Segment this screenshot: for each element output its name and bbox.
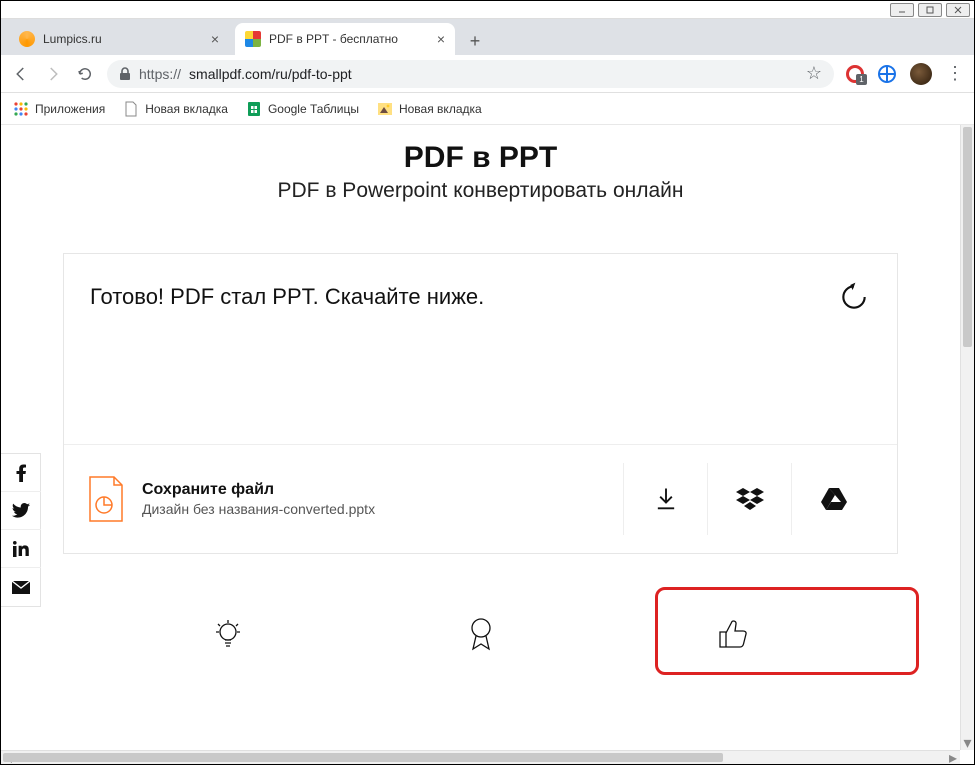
- vertical-scrollbar[interactable]: ▴ ▾: [960, 125, 974, 750]
- url-path: smallpdf.com/ru/pdf-to-ppt: [189, 66, 352, 82]
- favicon-lumpics: [19, 31, 35, 47]
- window-minimize-button[interactable]: [890, 3, 914, 17]
- scroll-right-arrow[interactable]: ▸: [946, 751, 960, 764]
- tab-strip: Lumpics.ru × PDF в PPT - бесплатно × +: [1, 19, 974, 55]
- new-tab-button[interactable]: +: [461, 27, 489, 55]
- extension-badge: 1: [856, 74, 867, 85]
- lock-icon: [119, 67, 131, 81]
- browser-menu-button[interactable]: ⋮: [946, 63, 964, 84]
- bookmarks-bar: Приложения Новая вкладка Google Таблицы …: [1, 93, 974, 125]
- tab-title: Lumpics.ru: [43, 32, 102, 46]
- status-text: Готово! PDF стал PPT. Скачайте ниже.: [90, 284, 484, 310]
- tab-smallpdf[interactable]: PDF в PPT - бесплатно ×: [235, 23, 455, 55]
- dropbox-button[interactable]: [707, 463, 791, 535]
- bookmark-label: Google Таблицы: [268, 102, 359, 116]
- page-content: PDF в PPT PDF в Powerpoint конвертироват…: [1, 125, 960, 750]
- back-button[interactable]: [11, 64, 31, 84]
- page-viewport: PDF в PPT PDF в Powerpoint конвертироват…: [1, 125, 974, 764]
- window-close-button[interactable]: [946, 3, 970, 17]
- close-icon[interactable]: ×: [437, 31, 445, 47]
- favicon-smallpdf: [245, 31, 261, 47]
- url-protocol: https://: [139, 66, 181, 82]
- google-drive-button[interactable]: [791, 463, 875, 535]
- bookmark-label: Приложения: [35, 102, 105, 116]
- bookmark-star-icon[interactable]: ☆: [806, 63, 822, 84]
- lightbulb-icon: [208, 614, 248, 654]
- file-icon: [123, 101, 139, 117]
- translate-icon[interactable]: [878, 65, 896, 83]
- bookmark-label: Новая вкладка: [145, 102, 228, 116]
- share-twitter[interactable]: [1, 492, 41, 530]
- bookmark-label: Новая вкладка: [399, 102, 482, 116]
- tab-lumpics[interactable]: Lumpics.ru ×: [9, 23, 229, 55]
- thumbsup-icon: [714, 614, 754, 654]
- scroll-down-arrow[interactable]: ▾: [961, 736, 974, 750]
- scroll-thumb[interactable]: [963, 127, 972, 347]
- bookmark-newtab2[interactable]: Новая вкладка: [377, 101, 482, 117]
- page-title: PDF в PPT: [41, 141, 920, 175]
- tab-title: PDF в PPT - бесплатно: [269, 32, 398, 46]
- social-share-bar: [1, 453, 41, 607]
- file-text: Сохраните файл Дизайн без названия-conve…: [142, 481, 375, 517]
- bookmark-newtab1[interactable]: Новая вкладка: [123, 101, 228, 117]
- download-button[interactable]: [623, 463, 707, 535]
- address-bar[interactable]: https:// smallpdf.com/ru/pdf-to-ppt ☆: [107, 60, 834, 88]
- pptx-file-icon: [86, 475, 126, 523]
- share-email[interactable]: [1, 568, 41, 606]
- reload-button[interactable]: [75, 64, 95, 84]
- sheets-icon: [246, 101, 262, 117]
- browser-toolbar: https:// smallpdf.com/ru/pdf-to-ppt ☆ 1 ⋮: [1, 55, 974, 93]
- share-linkedin[interactable]: [1, 530, 41, 568]
- award-icon: [461, 614, 501, 654]
- window-maximize-button[interactable]: [918, 3, 942, 17]
- converted-filename: Дизайн без названия-converted.pptx: [142, 501, 375, 517]
- share-facebook[interactable]: [1, 454, 41, 492]
- page-subtitle: PDF в Powerpoint конвертировать онлайн: [41, 179, 920, 203]
- picture-icon: [377, 101, 393, 117]
- conversion-panel: Готово! PDF стал PPT. Скачайте ниже. Сох…: [63, 253, 898, 554]
- close-icon[interactable]: ×: [211, 31, 219, 47]
- restart-button[interactable]: [837, 280, 871, 314]
- forward-button[interactable]: [43, 64, 63, 84]
- bookmark-sheets[interactable]: Google Таблицы: [246, 101, 359, 117]
- save-file-title: Сохраните файл: [142, 481, 375, 499]
- toolbar-right: 1 ⋮: [846, 63, 964, 85]
- horizontal-scrollbar[interactable]: ◂ ▸: [1, 750, 960, 764]
- extension-opera-icon[interactable]: 1: [846, 65, 864, 83]
- file-row: Сохраните файл Дизайн без названия-conve…: [64, 444, 897, 553]
- feature-icons: [101, 614, 860, 654]
- download-buttons: [623, 463, 875, 535]
- scroll-thumb[interactable]: [3, 753, 723, 762]
- apps-icon: [13, 101, 29, 117]
- window-controls: [1, 1, 974, 19]
- profile-avatar[interactable]: [910, 63, 932, 85]
- apps-shortcut[interactable]: Приложения: [13, 101, 105, 117]
